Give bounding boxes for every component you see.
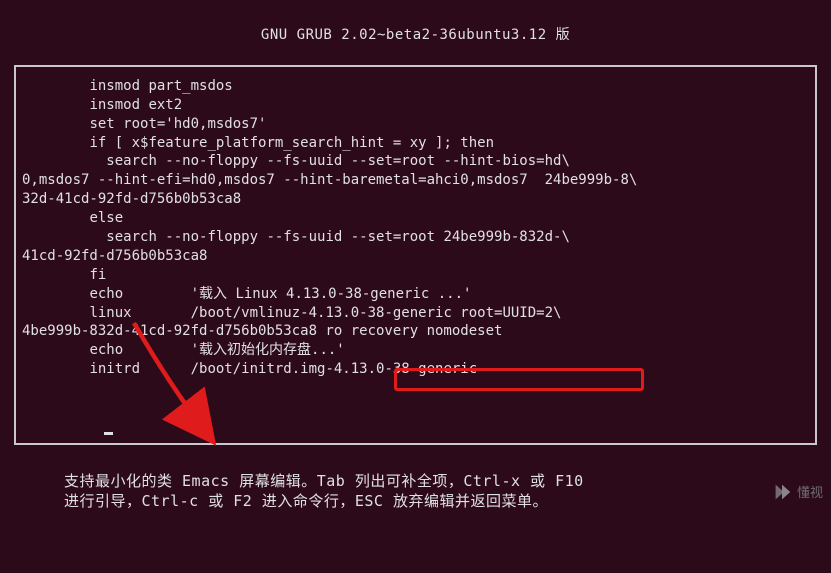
- help-line-2: 进行引导，Ctrl-c 或 F2 进入命令行，ESC 放弃编辑并返回菜单。: [64, 491, 767, 511]
- help-line-1: 支持最小化的类 Emacs 屏幕编辑。Tab 列出可补全项，Ctrl-x 或 F…: [64, 471, 767, 491]
- grub-screen: GNU GRUB 2.02~beta2-36ubuntu3.12 版 insmo…: [0, 0, 831, 525]
- watermark: 懂视: [771, 481, 823, 503]
- edit-cursor: [104, 432, 113, 435]
- watermark-text: 懂视: [797, 484, 823, 502]
- watermark-logo-icon: [771, 481, 793, 503]
- grub-edit-box[interactable]: insmod part_msdos insmod ext2 set root='…: [14, 65, 817, 445]
- grub-edit-content[interactable]: insmod part_msdos insmod ext2 set root='…: [22, 77, 809, 379]
- grub-title: GNU GRUB 2.02~beta2-36ubuntu3.12 版: [14, 26, 817, 45]
- grub-help-text: 支持最小化的类 Emacs 屏幕编辑。Tab 列出可补全项，Ctrl-x 或 F…: [14, 471, 817, 512]
